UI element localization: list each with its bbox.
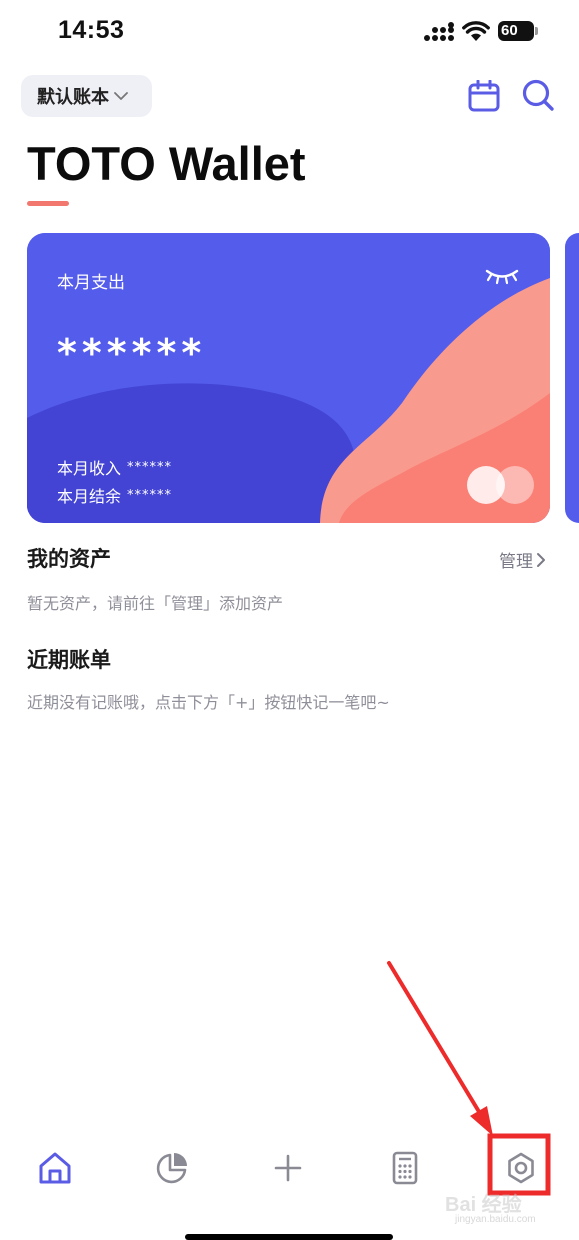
chevron-right-icon	[537, 552, 545, 567]
ledger-selector[interactable]: 默认账本	[21, 75, 152, 117]
tab-calculator[interactable]	[385, 1148, 425, 1188]
bills-section-title: 近期账单	[27, 648, 111, 672]
home-icon	[39, 1152, 71, 1184]
next-card-peek[interactable]	[565, 233, 579, 523]
plus-icon	[274, 1154, 302, 1182]
wifi-icon	[462, 21, 490, 41]
manage-label: 管理	[499, 552, 533, 572]
monthly-balance-value: ******	[127, 487, 173, 503]
settings-icon	[508, 1152, 534, 1184]
eye-hidden-icon[interactable]	[485, 266, 519, 286]
bills-empty-text: 近期没有记账哦，点击下方「+」按钮快记一笔吧~	[27, 693, 390, 712]
calendar-icon[interactable]	[468, 80, 500, 112]
tab-add-record[interactable]	[268, 1148, 308, 1188]
home-indicator	[185, 1234, 393, 1240]
battery-icon: 60	[498, 21, 538, 41]
monthly-income-label: 本月收入	[57, 459, 122, 478]
monthly-expense-value: ******	[57, 331, 207, 375]
monthly-summary-card[interactable]: 本月支出 ****** 本月收入 ****** 本月结余 ******	[27, 233, 550, 523]
watermark: Bai 经验	[445, 1194, 522, 1216]
tab-statistics[interactable]	[152, 1148, 192, 1188]
tab-settings[interactable]	[501, 1148, 541, 1188]
monthly-balance-row: 本月结余 ******	[57, 483, 172, 507]
monthly-income-value: ******	[127, 459, 173, 475]
cellular-signal-icon	[424, 22, 454, 41]
tab-home[interactable]	[35, 1148, 75, 1188]
assets-section-title: 我的资产	[27, 547, 111, 571]
manage-assets-link[interactable]: 管理	[499, 547, 547, 572]
status-bar: 14:53 60	[0, 0, 579, 64]
status-time: 14:53	[58, 16, 125, 44]
ledger-label: 默认账本	[37, 87, 109, 108]
annotation-arrowhead	[470, 1106, 493, 1136]
calculator-icon	[392, 1151, 418, 1185]
watermark-url: jingyan.baidu.com	[455, 1214, 536, 1225]
monthly-income-row: 本月收入 ******	[57, 455, 172, 479]
annotation-arrow	[387, 961, 486, 1122]
monthly-expense-label: 本月支出	[57, 273, 125, 293]
monthly-balance-label: 本月结余	[57, 487, 122, 506]
card-brand-circles-icon	[467, 466, 534, 504]
battery-level: 60	[501, 22, 518, 39]
chevron-down-icon	[114, 92, 128, 100]
page-title: TOTO Wallet	[27, 137, 306, 190]
title-underline	[27, 201, 69, 206]
pie-chart-icon	[156, 1153, 187, 1184]
search-icon[interactable]	[521, 78, 555, 112]
assets-empty-text: 暂无资产，请前往「管理」添加资产	[27, 594, 284, 613]
